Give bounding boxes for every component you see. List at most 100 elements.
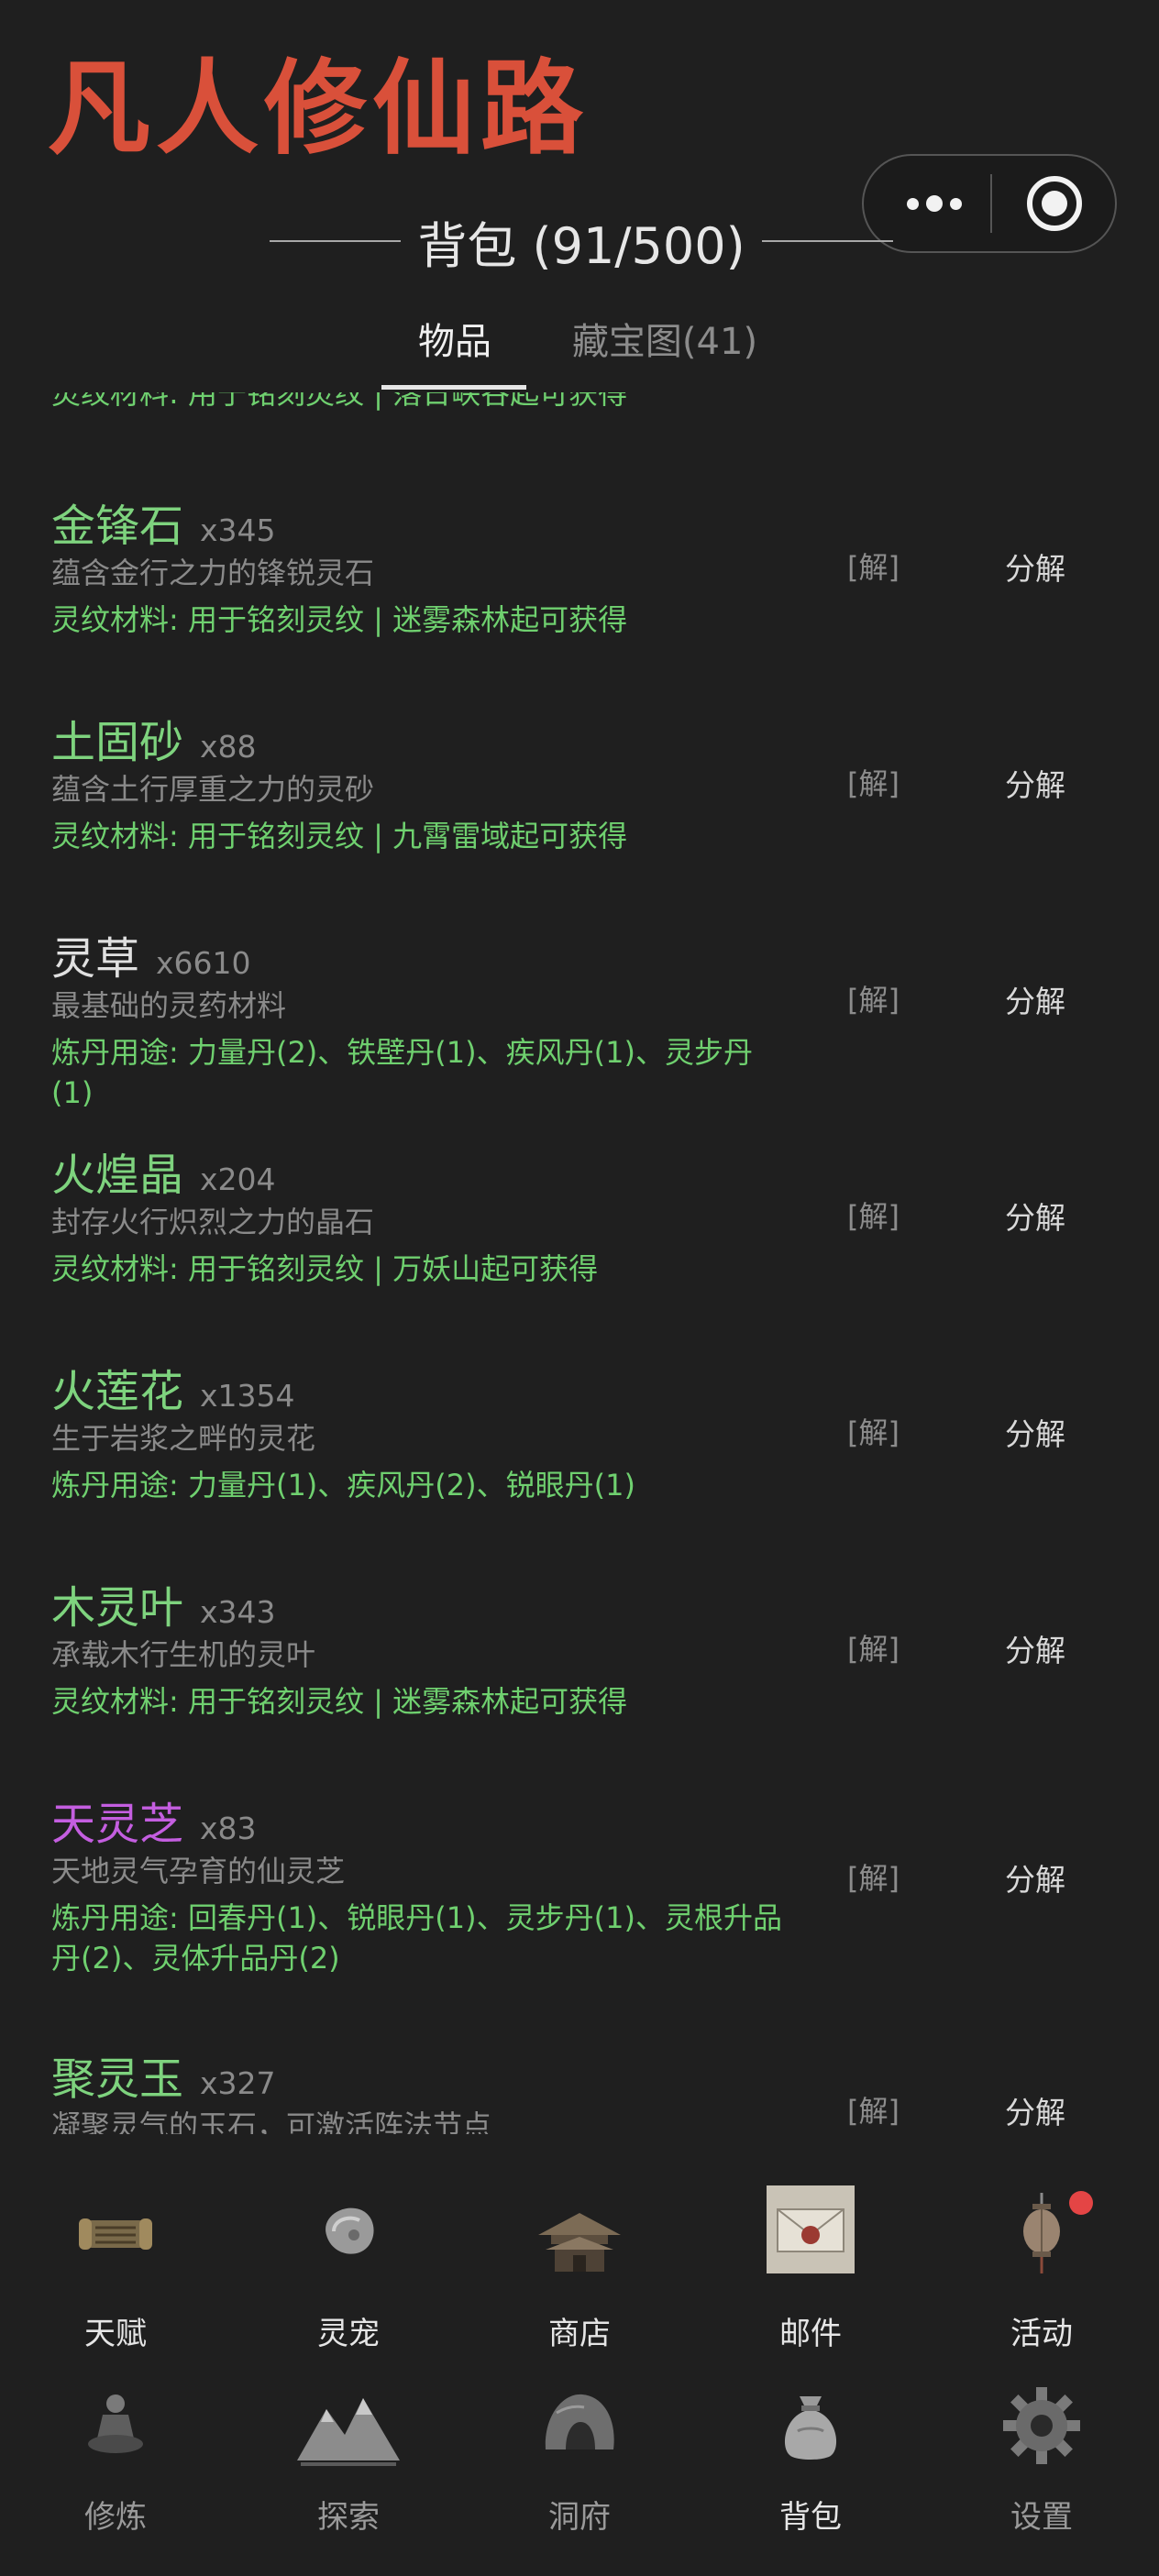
decompose-info-button[interactable]: [解]	[847, 545, 900, 587]
nav-label: 活动	[1010, 2316, 1073, 2352]
partial-item-use: 灵纹材料: 用于铭刻灵纹 | 落日峡谷起可获得	[51, 392, 628, 411]
item-name: 灵草	[51, 933, 140, 985]
decompose-info-button[interactable]: [解]	[847, 761, 900, 803]
item-name: 天灵芝	[51, 1799, 184, 1850]
decompose-button[interactable]: 分解	[1005, 1855, 1065, 1899]
item-desc: 最基础的灵药材料	[51, 988, 287, 1023]
decompose-info-button[interactable]: [解]	[847, 1194, 900, 1236]
cave-icon	[545, 2394, 614, 2449]
decompose-button[interactable]: 分解	[1005, 977, 1065, 1021]
item-desc: 蕴含土行厚重之力的灵砂	[51, 772, 375, 807]
nav-label: 洞府	[548, 2499, 611, 2536]
nav-item-shop[interactable]: 商店	[488, 2182, 671, 2365]
nav-item-mail[interactable]: 邮件	[719, 2182, 902, 2365]
item-qty: x327	[200, 2065, 276, 2101]
item-desc: 封存火行炽烈之力的晶石	[51, 1205, 375, 1239]
decompose-button[interactable]: 分解	[1005, 2088, 1065, 2132]
item-name: 木灵叶	[51, 1582, 184, 1634]
decompose-button[interactable]: 分解	[1005, 1626, 1065, 1670]
list-item: 木灵叶 x343 承载木行生机的灵叶 灵纹材料: 用于铭刻灵纹 | 迷雾森林起可获…	[0, 1571, 1159, 1755]
decompose-button[interactable]: 分解	[1005, 1194, 1065, 1238]
decompose-info-button[interactable]: [解]	[847, 977, 900, 1019]
decompose-button[interactable]: 分解	[1005, 761, 1065, 805]
scroll-icon	[79, 2218, 152, 2250]
item-name: 火莲花	[51, 1366, 184, 1417]
item-qty: x88	[200, 729, 257, 765]
nav-item-pet[interactable]: 灵宠	[257, 2182, 440, 2365]
nav-label: 天赋	[84, 2316, 147, 2352]
divider-right	[761, 240, 893, 242]
nav-label: 灵宠	[317, 2316, 380, 2352]
bag-title: 背包 (91/500)	[417, 216, 745, 275]
tab-active-indicator	[381, 385, 526, 390]
nav-item-bag[interactable]: 背包	[719, 2374, 902, 2548]
list-item: 金锋石 x345 蕴含金行之力的锋锐灵石 灵纹材料: 用于铭刻灵纹 | 迷雾森林起…	[0, 490, 1159, 673]
item-desc: 天地灵气孕育的仙灵芝	[51, 1854, 346, 1888]
tab-items[interactable]: 物品	[381, 312, 528, 365]
decompose-button[interactable]: 分解	[1005, 545, 1065, 589]
nav-item-talent[interactable]: 天赋	[24, 2182, 207, 2365]
item-qty: x204	[200, 1161, 276, 1197]
pavilion-icon	[538, 2213, 621, 2272]
item-name: 聚灵玉	[51, 2053, 184, 2105]
item-name: 土固砂	[51, 717, 184, 768]
nav-label: 商店	[548, 2316, 611, 2352]
item-qty: x83	[200, 1811, 257, 1846]
list-item: 天灵芝 x83 天地灵气孕育的仙灵芝 炼丹用途: 回春丹(1)、锐眼丹(1)、灵步…	[0, 1788, 1159, 2008]
item-list[interactable]: 灵纹材料: 用于铭刻灵纹 | 落日峡谷起可获得 金锋石 x345 蕴含金行之力的锋…	[0, 392, 1159, 2134]
capsule-divider	[990, 174, 992, 233]
close-target-icon[interactable]	[1027, 176, 1082, 231]
decompose-info-button[interactable]: [解]	[847, 1626, 900, 1668]
nav-item-events[interactable]: 活动	[950, 2182, 1133, 2365]
item-desc: 承载木行生机的灵叶	[51, 1637, 316, 1672]
bottom-nav-row-1: 天赋 灵宠 商店 邮件 活动	[0, 2182, 1159, 2383]
more-menu-icon[interactable]	[895, 156, 974, 251]
divider-left	[270, 240, 402, 242]
app-title: 凡人修仙路	[48, 49, 589, 169]
notification-badge	[1069, 2191, 1093, 2215]
mini-program-capsule	[862, 154, 1117, 253]
mail-envelope-icon	[767, 2185, 855, 2273]
item-use: 灵纹材料: 用于铭刻灵纹 | 迷雾森林起可获得	[51, 602, 628, 637]
pet-stone-icon	[326, 2207, 374, 2254]
nav-label: 邮件	[779, 2316, 842, 2352]
item-desc: 凝聚灵气的玉石，可激活阵法节点	[51, 2108, 492, 2134]
nav-label: 设置	[1010, 2499, 1073, 2536]
item-desc: 蕴含金行之力的锋锐灵石	[51, 556, 375, 590]
item-use: 炼丹用途: 力量丹(1)、疾风丹(2)、锐眼丹(1)	[51, 1468, 635, 1503]
nav-label: 背包	[779, 2499, 842, 2536]
item-desc: 生于岩浆之畔的灵花	[51, 1421, 316, 1456]
list-item: 聚灵玉 x327 凝聚灵气的玉石，可激活阵法节点 [解] 分解	[0, 2042, 1159, 2134]
item-use: 炼丹用途: 力量丹(2)、铁壁丹(1)、疾风丹(1)、灵步丹(1)	[51, 1035, 753, 1110]
decompose-info-button[interactable]: [解]	[847, 2088, 900, 2130]
decompose-info-button[interactable]: [解]	[847, 1855, 900, 1898]
item-name: 火煌晶	[51, 1150, 184, 1201]
item-qty: x1354	[200, 1378, 295, 1414]
list-item: 火莲花 x1354 生于岩浆之畔的灵花 炼丹用途: 力量丹(1)、疾风丹(2)、锐…	[0, 1355, 1159, 1538]
tab-treasure-maps[interactable]: 藏宝图(41)	[568, 312, 761, 365]
bag-icon	[784, 2396, 837, 2460]
mountain-icon	[297, 2398, 400, 2466]
nav-item-cave[interactable]: 洞府	[488, 2374, 671, 2548]
item-use: 灵纹材料: 用于铭刻灵纹 | 九霄雷域起可获得	[51, 819, 628, 853]
item-use: 炼丹用途: 回春丹(1)、锐眼丹(1)、灵步丹(1)、灵根升品丹(2)、灵体升品…	[51, 1900, 782, 1976]
list-item: 火煌晶 x204 封存火行炽烈之力的晶石 灵纹材料: 用于铭刻灵纹 | 万妖山起可…	[0, 1139, 1159, 1322]
meditation-icon	[88, 2394, 143, 2453]
nav-item-explore[interactable]: 探索	[257, 2374, 440, 2548]
item-use: 灵纹材料: 用于铭刻灵纹 | 万妖山起可获得	[51, 1251, 599, 1286]
list-item: 灵草 x6610 最基础的灵药材料 炼丹用途: 力量丹(2)、铁壁丹(1)、疾风丹…	[0, 922, 1159, 1110]
item-qty: x343	[200, 1594, 276, 1630]
lantern-icon	[1023, 2193, 1060, 2273]
item-name: 金锋石	[51, 501, 184, 552]
decompose-info-button[interactable]: [解]	[847, 1410, 900, 1452]
nav-label: 修炼	[84, 2499, 147, 2536]
nav-label: 探索	[317, 2499, 380, 2536]
nav-item-settings[interactable]: 设置	[950, 2374, 1133, 2548]
nav-item-cultivate[interactable]: 修炼	[24, 2374, 207, 2548]
item-use: 灵纹材料: 用于铭刻灵纹 | 迷雾森林起可获得	[51, 1684, 628, 1719]
decompose-button[interactable]: 分解	[1005, 1410, 1065, 1454]
gear-icon	[1003, 2387, 1080, 2464]
item-qty: x6610	[156, 945, 251, 981]
bag-header: 背包 (91/500)	[270, 209, 893, 275]
bottom-nav-row-2: 修炼 探索 洞府 背包 设置	[0, 2374, 1159, 2576]
